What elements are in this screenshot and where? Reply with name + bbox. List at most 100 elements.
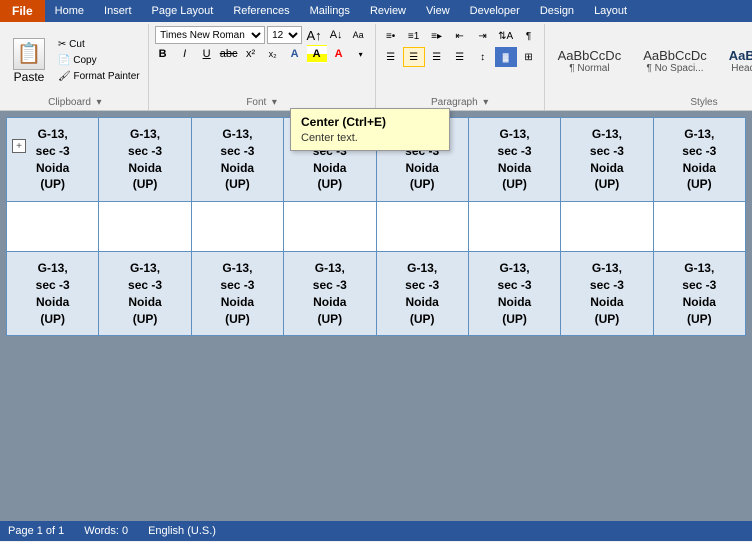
paste-icon: 📋 bbox=[13, 38, 45, 70]
align-right-button[interactable]: ☰ bbox=[426, 47, 448, 67]
subscript-button[interactable]: x² bbox=[241, 45, 261, 63]
strikethrough-button[interactable]: abc bbox=[219, 45, 239, 63]
table-cell-empty[interactable] bbox=[7, 202, 99, 252]
font-content: Times New Roman 12 A↑ A↓ Aa B I U abc x²… bbox=[153, 26, 371, 95]
table-cell[interactable]: G-13,sec -3Noida(UP) bbox=[191, 252, 283, 336]
clipboard-group: 📋 Paste ✂ Cut 📄 Copy 🖌 Format Painter Cl… bbox=[2, 24, 149, 110]
table-cell[interactable]: G-13,sec -3Noida(UP) bbox=[7, 252, 99, 336]
table-cell[interactable]: G-13,sec -3Noida(UP) bbox=[653, 252, 745, 336]
tab-view[interactable]: View bbox=[416, 0, 460, 22]
style-no-spacing[interactable]: AaBbCcDc ¶ No Spaci... bbox=[634, 43, 716, 79]
table-cell-empty[interactable] bbox=[468, 202, 560, 252]
page-count: Page 1 of 1 bbox=[8, 525, 64, 537]
multilevel-list-button[interactable]: ≡▸ bbox=[426, 26, 448, 46]
para-row1: ≡• ≡1 ≡▸ ⇤ ⇥ ⇅A ¶ bbox=[380, 26, 540, 46]
borders-button[interactable]: ⊞ bbox=[518, 47, 540, 67]
tab-developer[interactable]: Developer bbox=[460, 0, 530, 22]
tab-insert[interactable]: Insert bbox=[94, 0, 142, 22]
table-cell[interactable]: G-13,sec -3Noida(UP) bbox=[7, 118, 99, 202]
font-size-select[interactable]: 12 bbox=[267, 26, 302, 44]
tab-references[interactable]: References bbox=[223, 0, 299, 22]
file-tab[interactable]: File bbox=[0, 0, 45, 22]
tab-page-layout[interactable]: Page Layout bbox=[142, 0, 224, 22]
paragraph-group: ≡• ≡1 ≡▸ ⇤ ⇥ ⇅A ¶ ☰ ☰ ☰ ☰ ↕ ▓ ⊞ bbox=[376, 24, 545, 110]
tooltip-title: Center (Ctrl+E) bbox=[301, 115, 439, 129]
table-cell-empty[interactable] bbox=[376, 202, 468, 252]
underline-button[interactable]: U bbox=[197, 45, 217, 63]
tab-design[interactable]: Design bbox=[530, 0, 584, 22]
font-color-button[interactable]: A bbox=[329, 45, 349, 63]
table-cell-empty[interactable] bbox=[99, 202, 191, 252]
paste-button[interactable]: 📋 Paste bbox=[6, 33, 52, 89]
font-name-select[interactable]: Times New Roman bbox=[155, 26, 265, 44]
clipboard-content: 📋 Paste ✂ Cut 📄 Copy 🖌 Format Painter bbox=[6, 26, 144, 95]
table-cell[interactable]: G-13,sec -3Noida(UP) bbox=[561, 252, 653, 336]
copy-button[interactable]: 📄 Copy bbox=[54, 53, 144, 68]
italic-button[interactable]: I bbox=[175, 45, 195, 63]
paragraph-content: ≡• ≡1 ≡▸ ⇤ ⇥ ⇅A ¶ ☰ ☰ ☰ ☰ ↕ ▓ ⊞ bbox=[380, 26, 540, 95]
numbering-button[interactable]: ≡1 bbox=[403, 26, 425, 46]
styles-group: AaBbCcDc ¶ Normal AaBbCcDc ¶ No Spaci...… bbox=[545, 24, 752, 110]
add-table-button[interactable]: + bbox=[12, 139, 26, 153]
language: English (U.S.) bbox=[148, 525, 216, 537]
table-cell[interactable]: G-13,sec -3Noida(UP) bbox=[468, 118, 560, 202]
table-cell-empty[interactable] bbox=[191, 202, 283, 252]
ribbon-tabs: Home Insert Page Layout References Maili… bbox=[45, 0, 752, 22]
font-group: Times New Roman 12 A↑ A↓ Aa B I U abc x²… bbox=[149, 24, 376, 110]
bold-button[interactable]: B bbox=[153, 45, 173, 63]
table-cell-empty[interactable] bbox=[653, 202, 745, 252]
table-cell[interactable]: G-13,sec -3Noida(UP) bbox=[468, 252, 560, 336]
title-bar: File Home Insert Page Layout References … bbox=[0, 0, 752, 22]
table-row: G-13,sec -3Noida(UP) G-13,sec -3Noida(UP… bbox=[7, 252, 746, 336]
text-highlight-button[interactable]: A bbox=[307, 45, 327, 63]
table-cell[interactable]: G-13,sec -3Noida(UP) bbox=[191, 118, 283, 202]
document-area: + G-13,sec -3Noida(UP) G-13,sec -3Noida(… bbox=[0, 111, 752, 521]
increase-indent-button[interactable]: ⇥ bbox=[472, 26, 494, 46]
shading-button[interactable]: ▓ bbox=[495, 47, 517, 67]
text-effect-button[interactable]: A bbox=[285, 45, 305, 63]
table-cell-empty[interactable] bbox=[284, 202, 376, 252]
clear-format-button[interactable]: Aa bbox=[348, 26, 368, 44]
format-painter-button[interactable]: 🖌 Format Painter bbox=[54, 69, 144, 84]
style-nospace-label: ¶ No Spaci... bbox=[646, 63, 703, 74]
table-cell[interactable]: G-13,sec -3Noida(UP) bbox=[653, 118, 745, 202]
sort-button[interactable]: ⇅A bbox=[495, 26, 517, 46]
style-heading1[interactable]: AaBbCc Heading 1 bbox=[720, 43, 752, 79]
table-cell[interactable]: G-13,sec -3Noida(UP) bbox=[284, 252, 376, 336]
show-hide-button[interactable]: ¶ bbox=[518, 26, 540, 46]
cut-button[interactable]: ✂ Cut bbox=[54, 37, 144, 52]
grow-font-button[interactable]: A↑ bbox=[304, 26, 324, 44]
align-left-button[interactable]: ☰ bbox=[380, 47, 402, 67]
style-heading1-preview: AaBbCc bbox=[729, 48, 752, 63]
tab-mailings[interactable]: Mailings bbox=[300, 0, 360, 22]
ribbon-content: 📋 Paste ✂ Cut 📄 Copy 🖌 Format Painter Cl… bbox=[0, 22, 752, 110]
status-bar: Page 1 of 1 Words: 0 English (U.S.) bbox=[0, 521, 752, 541]
styles-content: AaBbCcDc ¶ Normal AaBbCcDc ¶ No Spaci...… bbox=[549, 26, 752, 95]
line-spacing-button[interactable]: ↕ bbox=[472, 47, 494, 67]
style-normal[interactable]: AaBbCcDc ¶ Normal bbox=[549, 43, 631, 79]
font-color-dropdown[interactable]: ▾ bbox=[351, 45, 371, 63]
decrease-indent-button[interactable]: ⇤ bbox=[449, 26, 471, 46]
align-center-button[interactable]: ☰ bbox=[403, 47, 425, 67]
table-cell-empty[interactable] bbox=[561, 202, 653, 252]
word-count: Words: 0 bbox=[84, 525, 128, 537]
ribbon: 📋 Paste ✂ Cut 📄 Copy 🖌 Format Painter Cl… bbox=[0, 22, 752, 111]
tab-layout[interactable]: Layout bbox=[584, 0, 637, 22]
para-row2: ☰ ☰ ☰ ☰ ↕ ▓ ⊞ bbox=[380, 47, 540, 67]
table-cell[interactable]: G-13,sec -3Noida(UP) bbox=[99, 118, 191, 202]
table-cell[interactable]: G-13,sec -3Noida(UP) bbox=[99, 252, 191, 336]
font-label: Font ▾ bbox=[153, 95, 371, 108]
tab-home[interactable]: Home bbox=[45, 0, 94, 22]
justify-button[interactable]: ☰ bbox=[449, 47, 471, 67]
font-row2: B I U abc x² x₂ A A A ▾ bbox=[153, 45, 371, 63]
style-normal-preview: AaBbCcDc bbox=[558, 48, 622, 63]
shrink-font-button[interactable]: A↓ bbox=[326, 26, 346, 44]
table-cell[interactable]: G-13,sec -3Noida(UP) bbox=[376, 252, 468, 336]
clipboard-label: Clipboard ▾ bbox=[6, 95, 144, 108]
tab-review[interactable]: Review bbox=[360, 0, 416, 22]
table-cell[interactable]: G-13,sec -3Noida(UP) bbox=[561, 118, 653, 202]
clipboard-small-buttons: ✂ Cut 📄 Copy 🖌 Format Painter bbox=[54, 37, 144, 84]
paragraph-label: Paragraph ▾ bbox=[380, 95, 540, 108]
bullets-button[interactable]: ≡• bbox=[380, 26, 402, 46]
superscript-button[interactable]: x₂ bbox=[263, 45, 283, 63]
